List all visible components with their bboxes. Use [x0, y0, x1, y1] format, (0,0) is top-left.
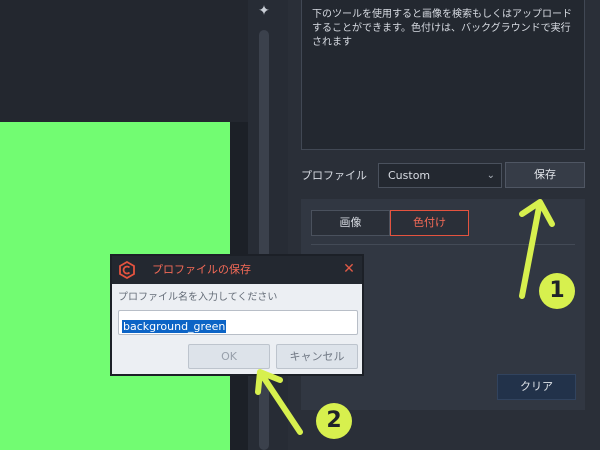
profile-dropdown[interactable]: Custom ⌄	[378, 163, 502, 188]
cancel-button[interactable]: キャンセル	[276, 344, 358, 369]
dialog-title-bar: プロファイルの保存 ✕	[112, 256, 362, 284]
step-badge-1: 1	[539, 273, 575, 309]
profile-name-label: プロファイル名を入力してください	[118, 292, 278, 303]
step-badge-2: 2	[316, 403, 352, 439]
save-button[interactable]: 保存	[505, 162, 585, 188]
description-box: 下のツールを使用すると画像を検索もしくはアップロードすることができます。色付けは…	[301, 0, 585, 150]
canvas-background	[0, 0, 248, 122]
dialog-title: プロファイルの保存	[152, 263, 251, 276]
description-text: 下のツールを使用すると画像を検索もしくはアップロードすることができます。色付けは…	[312, 9, 572, 48]
close-icon[interactable]: ✕	[342, 261, 356, 277]
ok-button[interactable]: OK	[188, 344, 270, 369]
tab-image[interactable]: 画像	[311, 210, 390, 236]
vertical-slider-track[interactable]	[259, 30, 269, 450]
chevron-down-icon: ⌄	[486, 170, 495, 181]
clear-button[interactable]: クリア	[497, 374, 576, 400]
save-profile-dialog: プロファイルの保存 ✕ プロファイル名を入力してください background_…	[110, 254, 364, 376]
profile-name-value: background_green	[122, 320, 227, 333]
tab-colorize[interactable]: 色付け	[390, 210, 469, 236]
profile-label: プロファイル	[301, 169, 367, 182]
profile-dropdown-value: Custom	[388, 169, 431, 182]
sparkle-icon: ✦	[258, 3, 270, 19]
profile-name-input[interactable]: background_green	[118, 310, 358, 335]
app-logo-icon	[119, 261, 135, 279]
divider	[311, 244, 575, 245]
